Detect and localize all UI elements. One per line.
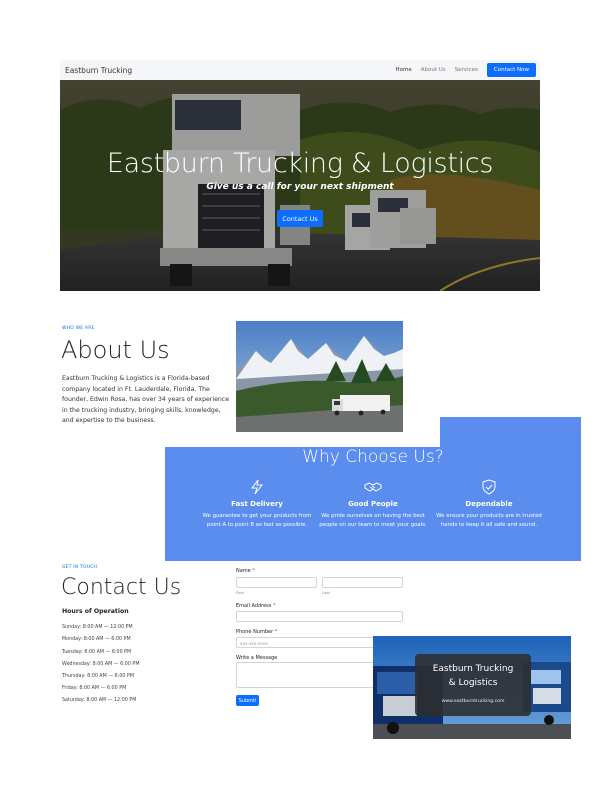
name-label: Name * bbox=[236, 568, 255, 574]
why-choose-us-section: Why Choose Us? Fast Delivery We guarante… bbox=[165, 417, 581, 561]
feature-desc: We pride ourselves on having the best pe… bbox=[319, 513, 427, 528]
contact-eyebrow: GET IN TOUCH bbox=[62, 565, 98, 570]
fleet-image-card: Eastburn Trucking & Logistics www.eastbu… bbox=[373, 636, 571, 739]
email-label: Email Address * bbox=[236, 603, 276, 609]
nav-links: Home About Us Services Contact Now bbox=[396, 63, 536, 77]
mountain-truck-image bbox=[236, 321, 403, 432]
card-overlay: Eastburn Trucking & Logistics www.eastbu… bbox=[415, 654, 531, 716]
feature-fast-delivery: Fast Delivery We guarantee to get your p… bbox=[202, 479, 312, 529]
first-sublabel: First bbox=[236, 590, 244, 595]
nav-link-about[interactable]: About Us bbox=[421, 67, 446, 73]
feature-title: Dependable bbox=[465, 500, 513, 508]
feature-desc: We guarantee to get your products from p… bbox=[202, 513, 312, 528]
hours-title: Hours of Operation bbox=[62, 608, 129, 615]
hours-saturday: Saturday: 8:00 AM — 12:00 PM bbox=[62, 698, 137, 703]
lightning-icon bbox=[251, 479, 264, 495]
feature-dependable: Dependable We ensure your products are i… bbox=[434, 479, 544, 529]
contact-title: Contact Us bbox=[61, 575, 182, 600]
message-textarea[interactable] bbox=[236, 662, 376, 688]
hours-friday: Friday: 8:00 AM — 6:00 PM bbox=[62, 686, 127, 691]
email-input[interactable] bbox=[236, 611, 403, 622]
feature-title: Fast Delivery bbox=[231, 500, 283, 508]
last-sublabel: Last bbox=[322, 590, 330, 595]
hours-monday: Monday: 8:00 AM — 6:00 PM bbox=[62, 637, 131, 642]
nav-link-services[interactable]: Services bbox=[455, 67, 478, 73]
contact-now-button[interactable]: Contact Now bbox=[486, 63, 536, 77]
card-url[interactable]: www.eastburntrucking.com bbox=[415, 699, 531, 704]
card-title: Eastburn Trucking & Logistics bbox=[432, 664, 514, 688]
why-title: Why Choose Us? bbox=[302, 447, 444, 467]
hero-contact-button[interactable]: Contact Us bbox=[277, 210, 323, 227]
hero-section: Eastburn Trucking & Logistics Give us a … bbox=[60, 80, 540, 291]
last-name-input[interactable] bbox=[322, 577, 403, 588]
brand-logo[interactable]: Eastburn Trucking bbox=[65, 66, 132, 75]
hours-thursday: Thursday: 8:00 AM — 6:00 PM bbox=[62, 674, 134, 679]
hours-sunday: Sunday: 8:00 AM — 12:00 PM bbox=[62, 625, 133, 630]
submit-button[interactable]: Submit bbox=[236, 695, 259, 706]
message-label: Write a Message bbox=[236, 655, 278, 661]
hours-tuesday: Tuesday: 8:00 AM — 6:00 PM bbox=[62, 650, 132, 655]
feature-title: Good People bbox=[348, 500, 398, 508]
feature-desc: We ensure your products are in trusted h… bbox=[436, 513, 542, 528]
hero-subtitle: Give us a call for your next shipment bbox=[206, 182, 394, 192]
phone-placeholder: xxx-xxx-xxxx bbox=[240, 641, 268, 646]
phone-label: Phone Number * bbox=[236, 629, 278, 635]
about-title: About Us bbox=[61, 336, 170, 364]
about-eyebrow: WHO WE ARE bbox=[62, 326, 95, 331]
first-name-input[interactable] bbox=[236, 577, 317, 588]
feature-good-people: Good People We pride ourselves on having… bbox=[318, 479, 428, 529]
nav-link-home[interactable]: Home bbox=[396, 67, 412, 73]
hours-wednesday: Wednesday: 8:00 AM — 6:00 PM bbox=[62, 662, 140, 667]
hero-title: Eastburn Trucking & Logistics bbox=[106, 148, 494, 179]
shield-check-icon bbox=[482, 479, 496, 495]
navbar: Eastburn Trucking Home About Us Services… bbox=[60, 60, 540, 80]
handshake-icon bbox=[364, 482, 382, 492]
